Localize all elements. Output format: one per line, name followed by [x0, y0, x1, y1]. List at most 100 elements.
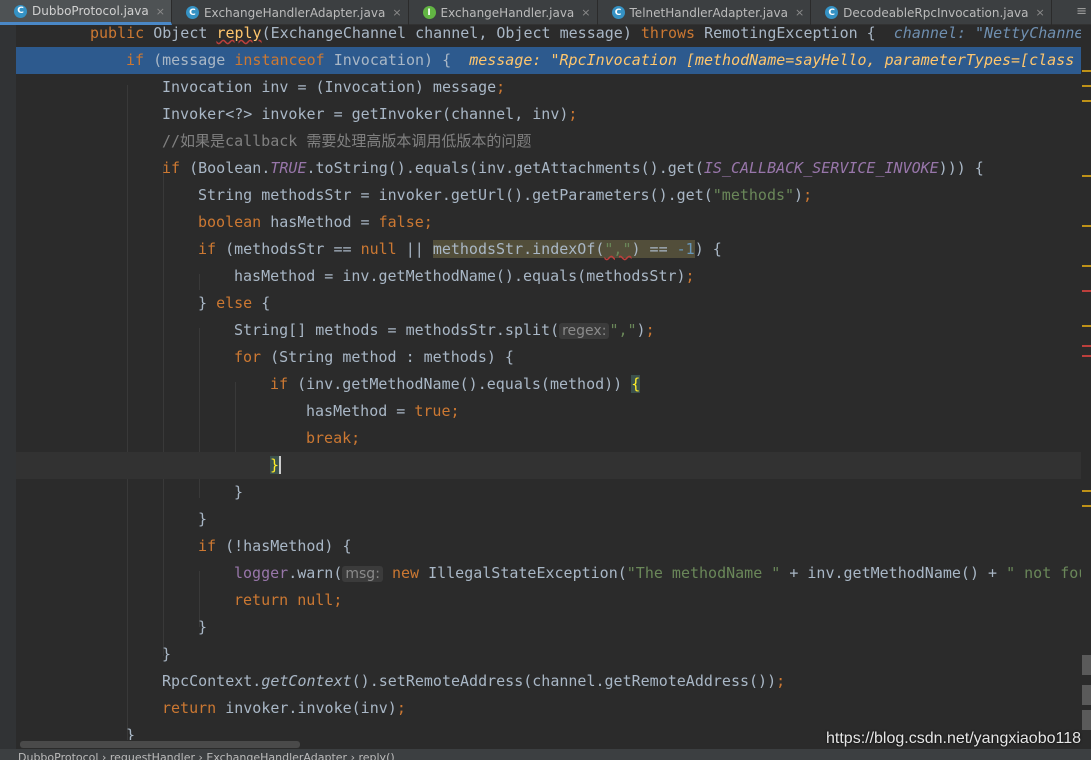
code-line-method-signature[interactable]: public Object reply(ExchangeChannel chan…	[16, 25, 1081, 47]
editor-gutter[interactable]	[0, 25, 16, 760]
error-mark	[1082, 355, 1091, 357]
code-text: RemotingException {	[695, 25, 894, 42]
tab-exchange-handler-adapter[interactable]: C ExchangeHandlerAdapter.java ×	[172, 0, 409, 25]
code-text: ||	[396, 240, 433, 258]
close-icon[interactable]: ×	[795, 6, 804, 19]
horizontal-scrollbar[interactable]	[20, 741, 300, 748]
code-line[interactable]: boolean hasMethod = false;	[16, 209, 1081, 236]
code-text: }	[198, 294, 217, 312]
code-text: }	[126, 726, 136, 740]
code-line[interactable]: }	[16, 479, 1081, 506]
tab-telnet-handler-adapter[interactable]: C TelnetHandlerAdapter.java ×	[598, 0, 812, 25]
string-literal: " not found	[1006, 564, 1081, 582]
error-stripe[interactable]	[1081, 25, 1091, 740]
code-text: }	[198, 510, 208, 528]
keyword: instanceof	[234, 51, 325, 69]
code-line[interactable]: }	[16, 641, 1081, 668]
code-text: IllegalStateException(	[419, 564, 627, 582]
semicolon: ;	[496, 78, 506, 96]
code-text: {	[252, 294, 271, 312]
code-line[interactable]: hasMethod = inv.getMethodName().equals(m…	[16, 263, 1081, 290]
code-line[interactable]: for (String method : methods) {	[16, 344, 1081, 371]
code-text: String[] methods = methodsStr.split(	[234, 321, 560, 339]
keyword: else	[216, 294, 253, 312]
keyword: public	[90, 25, 145, 42]
static-method-call: getContext	[261, 672, 352, 690]
close-icon[interactable]: ×	[1035, 6, 1044, 19]
close-icon[interactable]: ×	[581, 6, 590, 19]
semicolon: ;	[685, 267, 695, 285]
code-line-selected[interactable]: if (message instanceof Invocation) { mes…	[16, 47, 1081, 74]
code-line[interactable]: if (!hasMethod) {	[16, 533, 1081, 560]
keyword: break	[306, 429, 352, 447]
code-line[interactable]: } else {	[16, 290, 1081, 317]
code-line[interactable]: return invoker.invoke(inv);	[16, 695, 1081, 722]
tab-list-menu-icon[interactable]: ≡	[1076, 4, 1087, 19]
code-line[interactable]: break;	[16, 425, 1081, 452]
tab-label: DecodeableRpcInvocation.java	[843, 5, 1029, 20]
tab-exchange-handler[interactable]: I ExchangeHandler.java ×	[409, 0, 598, 25]
semicolon: ;	[645, 321, 655, 339]
code-line-comment[interactable]: //如果是callback 需要处理高版本调用低版本的问题	[16, 128, 1081, 155]
parameter-hint: msg:	[342, 566, 383, 582]
code-line[interactable]: if (methodsStr == null || methodsStr.ind…	[16, 236, 1081, 263]
warning-mark	[1082, 505, 1091, 507]
string-literal: "methods"	[712, 186, 795, 204]
code-text: ) {	[694, 240, 722, 258]
code-text: (Boolean.	[180, 159, 271, 177]
class-icon: C	[611, 6, 625, 19]
class-icon: C	[14, 4, 27, 18]
keyword: if	[270, 375, 289, 393]
matched-brace: {	[631, 375, 641, 393]
code-text: ))) {	[938, 159, 984, 177]
code-editor[interactable]: public Object reply(ExchangeChannel chan…	[16, 25, 1081, 740]
debug-value: message: "RpcInvocation [methodName=sayH…	[469, 51, 1081, 69]
tab-label: ExchangeHandlerAdapter.java	[203, 5, 386, 20]
code-text: Invocation) {	[324, 51, 470, 69]
class-icon: C	[185, 6, 199, 19]
semicolon: ;	[803, 186, 813, 204]
tab-label: DubboProtocol.java	[32, 4, 149, 18]
code-text: (ExchangeChannel channel, Object message…	[261, 25, 641, 42]
code-text: }	[198, 618, 208, 636]
code-text: }	[234, 483, 244, 501]
info-mark	[1082, 655, 1091, 675]
code-text: (String method : methods) {	[261, 348, 514, 366]
code-line[interactable]: if (Boolean.TRUE.toString().equals(inv.g…	[16, 155, 1081, 182]
close-icon[interactable]: ×	[156, 5, 165, 18]
code-line[interactable]: }	[16, 614, 1081, 641]
code-line[interactable]: hasMethod = true;	[16, 398, 1081, 425]
watermark: https://blog.csdn.net/yangxiaobo118	[826, 730, 1081, 747]
keyword: return	[234, 591, 289, 609]
tab-dubbo-protocol[interactable]: C DubboProtocol.java ×	[0, 0, 172, 25]
code-line[interactable]: String[] methods = methodsStr.split(rege…	[16, 317, 1081, 344]
code-text: invoker.invoke(inv)	[216, 699, 397, 717]
keyword: if	[198, 537, 217, 555]
breadcrumb[interactable]: DubboProtocol › requestHandler › Exchang…	[0, 749, 1091, 760]
warning-mark	[1082, 490, 1091, 492]
code-line[interactable]: Invocation inv = (Invocation) message;	[16, 74, 1081, 101]
code-line[interactable]: String methodsStr = invoker.getUrl().get…	[16, 182, 1081, 209]
code-line[interactable]: if (inv.getMethodName().equals(method)) …	[16, 371, 1081, 398]
string-literal: ","	[604, 240, 632, 258]
warning-mark	[1082, 85, 1091, 87]
tab-decodeable-rpc-invocation[interactable]: C DecodeableRpcInvocation.java ×	[811, 0, 1052, 25]
code-line[interactable]: RpcContext.getContext().setRemoteAddress…	[16, 668, 1081, 695]
inspection-highlight: ) ==	[631, 240, 677, 258]
close-icon[interactable]: ×	[392, 6, 401, 19]
code-line[interactable]: }	[16, 506, 1081, 533]
code-text: hasMethod = inv.getMethodName().equals(m…	[234, 267, 686, 285]
code-line[interactable]: return null;	[16, 587, 1081, 614]
string-literal: "The methodName "	[626, 564, 781, 582]
interface-icon: I	[422, 6, 436, 19]
keyword: boolean	[198, 213, 262, 231]
code-text: + inv.getMethodName() +	[780, 564, 1007, 582]
code-line[interactable]: Invoker<?> invoker = getInvoker(channel,…	[16, 101, 1081, 128]
code-line-caret[interactable]: }	[16, 452, 1081, 479]
code-line[interactable]: logger.warn(msg: new IllegalStateExcepti…	[16, 560, 1081, 587]
keyword: if	[198, 240, 217, 258]
code-text: (!hasMethod) {	[216, 537, 352, 555]
inspection-highlight: methodsStr.indexOf(	[432, 240, 605, 258]
